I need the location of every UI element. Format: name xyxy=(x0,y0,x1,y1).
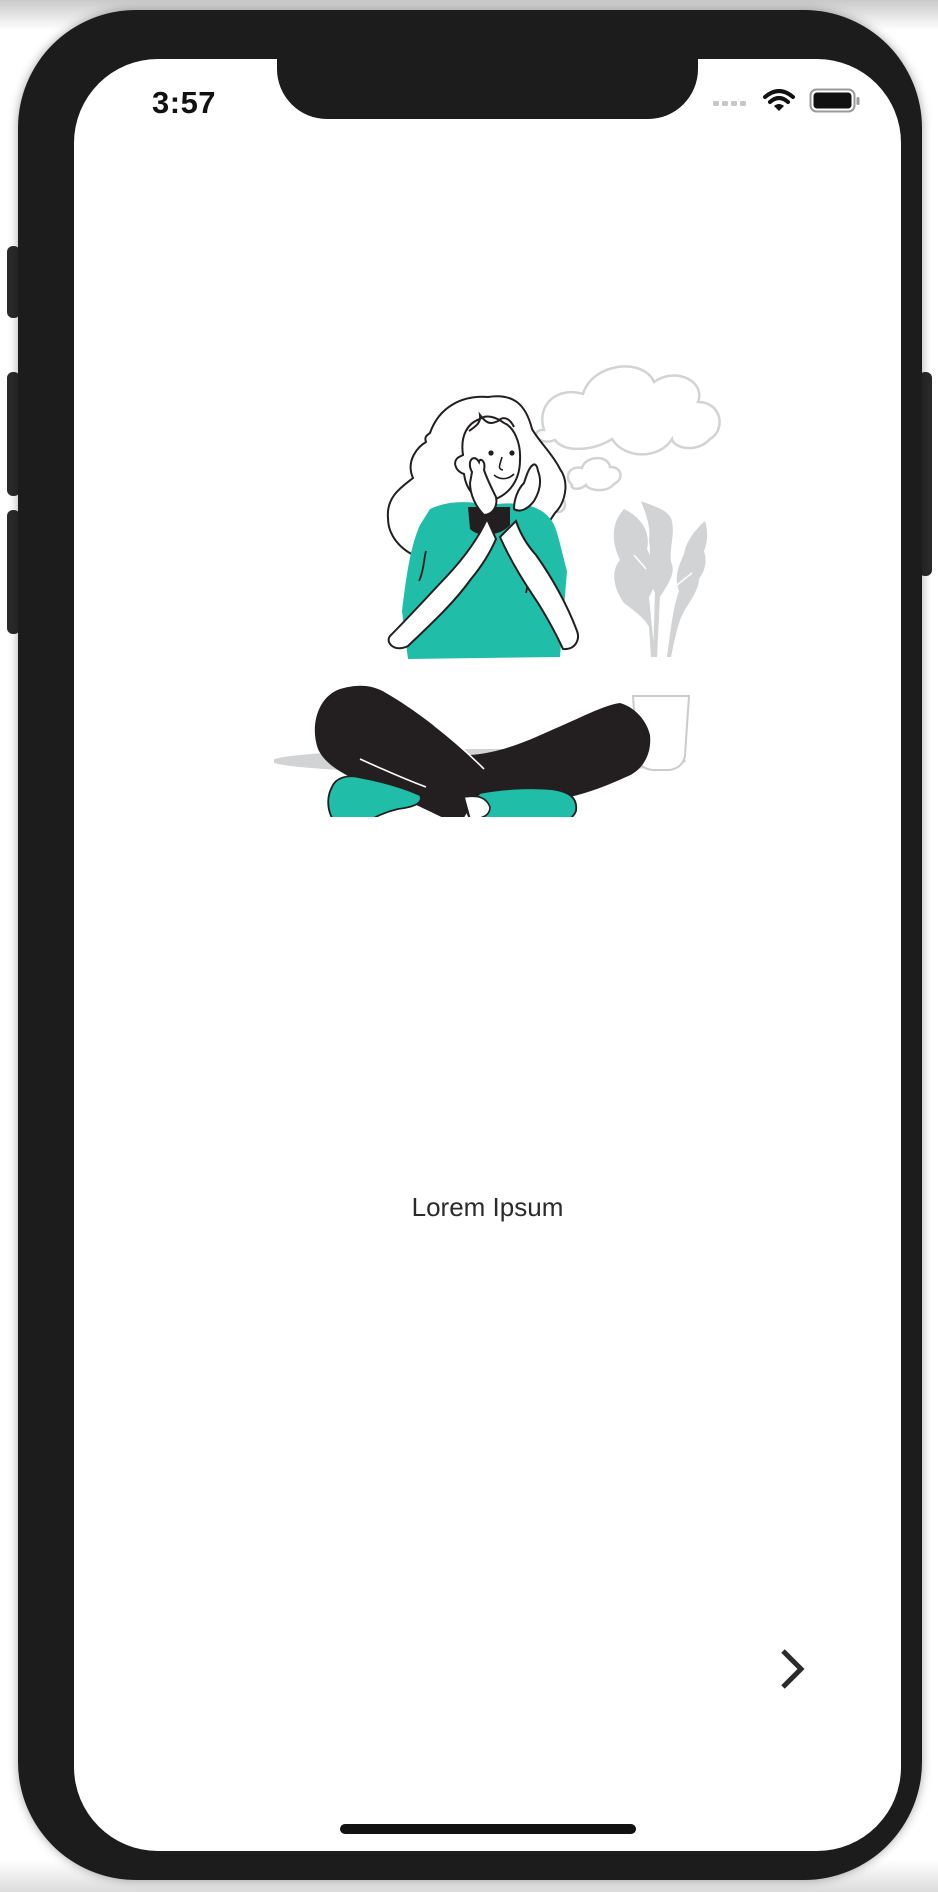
chevron-right-icon xyxy=(777,1647,807,1696)
home-indicator[interactable] xyxy=(340,1824,636,1834)
battery-icon xyxy=(809,88,861,119)
wifi-icon xyxy=(763,88,795,118)
notch xyxy=(277,59,698,119)
cellular-signal-icon xyxy=(713,94,749,112)
screen: 3:57 Lorem Ipsum xyxy=(74,59,901,1851)
onboarding-title: Lorem Ipsum xyxy=(411,1192,564,1222)
woman-thinking-illustration xyxy=(272,357,734,831)
phone-frame: 3:57 Lorem Ipsum xyxy=(18,10,922,1880)
status-icons xyxy=(713,88,861,119)
status-time: 3:57 xyxy=(152,85,217,120)
next-button[interactable] xyxy=(764,1639,820,1703)
